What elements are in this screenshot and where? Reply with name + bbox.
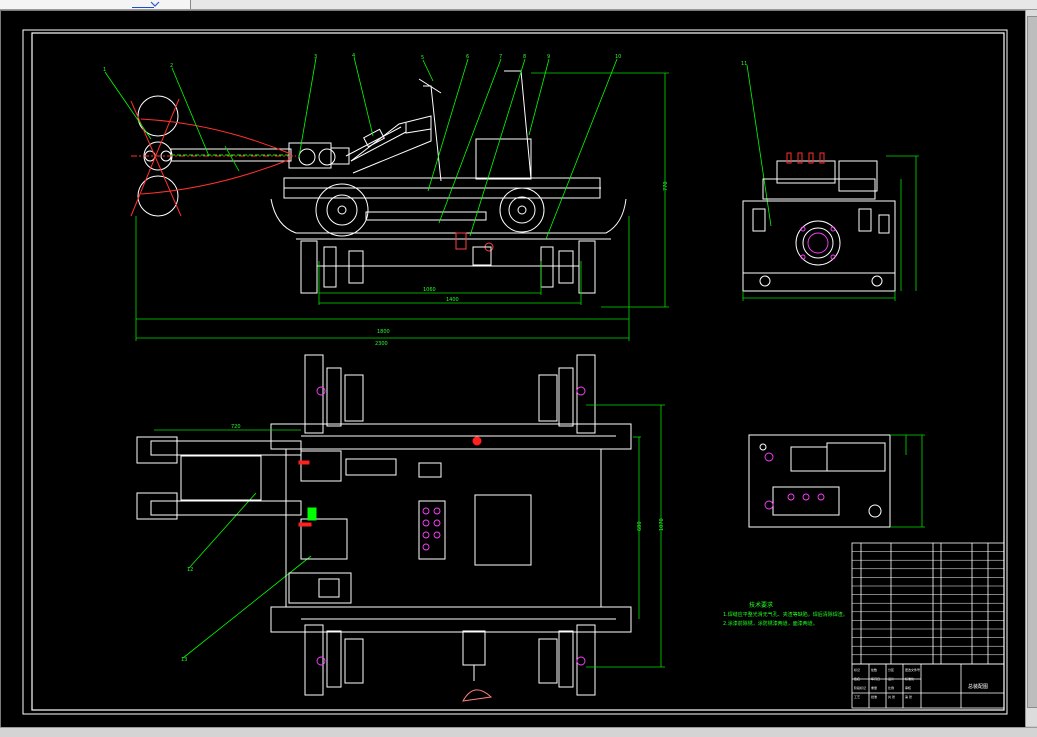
drawing-sheet: 1800 2300 1060 1400 770 720 680 1070 技术要… [22, 29, 1008, 715]
notes-line-1: 1.焊缝应平整光滑无气孔、夹渣等缺陷，焊后清除焊渣。 [723, 611, 848, 618]
disc-swing-arc [130, 98, 296, 217]
inner-frame [31, 32, 1005, 711]
document-tab[interactable] [0, 0, 191, 9]
title-block-label: 签名 [854, 676, 860, 681]
drawing-name: 总装配图 [968, 683, 988, 690]
svg-text:1800: 1800 [377, 329, 390, 335]
title-block-labels: 标记 处数 分区 更改文件号签名 年月日 设计 标准化阶段标记 重量 比例 审核工艺 批准 共 张 第 … [854, 667, 920, 699]
svg-text:720: 720 [231, 424, 241, 430]
parts-list-table [851, 542, 1005, 665]
title-block-label: 审核 [905, 685, 911, 690]
notes-heading: 技术要求 [749, 601, 773, 609]
dropdown-arrow-icon[interactable] [150, 0, 160, 8]
parts-list-rows [852, 551, 1004, 656]
part-balloon: 4 [352, 53, 355, 59]
front-leaders [104, 56, 772, 659]
title-block-label: 重量 [871, 685, 877, 690]
plan-hidden [316, 386, 586, 666]
part-balloon: 2 [170, 63, 173, 69]
svg-text:2300: 2300 [375, 341, 388, 347]
part-balloon: 3 [314, 54, 317, 60]
title-block-label: 阶段标记 [854, 685, 866, 690]
part-balloon: 9 [547, 54, 550, 60]
part-balloon: 5 [421, 55, 424, 61]
svg-text:680: 680 [637, 521, 643, 531]
title-block-label: 工艺 [854, 694, 860, 699]
title-block-label: 比例 [888, 685, 894, 690]
rear-wheel [499, 187, 545, 233]
title-block-label: 更改文件号 [905, 667, 920, 672]
plan-view [136, 354, 632, 696]
plan-green-markers [307, 507, 317, 521]
part-balloon: 12 [187, 567, 193, 573]
station-top-dims [890, 434, 925, 528]
part-balloon: 7 [499, 54, 502, 60]
title-block-label: 共 张 [888, 694, 895, 699]
station-top-hidden [764, 452, 825, 510]
plan-dimensions [154, 404, 665, 668]
title-block-label: 设计 [888, 676, 894, 681]
part-balloon: 10 [615, 54, 621, 60]
part-balloon: 11 [741, 61, 747, 67]
title-block-label: 标准化 [905, 676, 914, 681]
part-balloons: 123 4 5 6 7 8 9 10111213 [103, 53, 747, 663]
plan-red-markers [298, 436, 493, 702]
vertical-scrollbar[interactable] [1025, 10, 1037, 726]
title-block-label: 分区 [888, 667, 894, 672]
hydraulic-station-top-view [748, 434, 891, 528]
title-block-label: 第 张 [905, 694, 912, 699]
notes-line-2: 2.涂漆前除锈，涂防锈漆两道，面漆两道。 [723, 620, 818, 627]
technical-notes: 技术要求 1.焊缝应平整光滑无气孔、夹渣等缺陷，焊后清除焊渣。 2.涂漆前除锈，… [723, 601, 848, 627]
cad-drawing-canvas[interactable]: 1800 2300 1060 1400 770 720 680 1070 技术要… [0, 10, 1026, 728]
part-balloon: 6 [466, 54, 469, 60]
part-balloon: 13 [181, 657, 187, 663]
svg-text:1070: 1070 [659, 518, 665, 531]
front-dimensions [135, 72, 669, 341]
front-elevation-view [137, 70, 627, 294]
svg-text:770: 770 [663, 181, 669, 191]
window-title-bar [0, 0, 1037, 10]
scrollbar-thumb[interactable] [1027, 16, 1037, 708]
title-block-label: 年月日 [871, 676, 880, 681]
hydraulic-station-front-view [742, 160, 896, 292]
station-hidden-lines [800, 226, 836, 260]
svg-text:1400: 1400 [446, 297, 459, 303]
front-wheel [315, 183, 369, 237]
outer-frame [22, 29, 1008, 715]
title-block-label: 标记 [854, 667, 860, 672]
part-balloon: 1 [103, 67, 106, 73]
svg-text:1060: 1060 [423, 287, 436, 293]
part-balloon: 8 [523, 54, 526, 60]
title-block-label: 处数 [871, 667, 877, 672]
title-block-label: 批准 [871, 694, 877, 699]
